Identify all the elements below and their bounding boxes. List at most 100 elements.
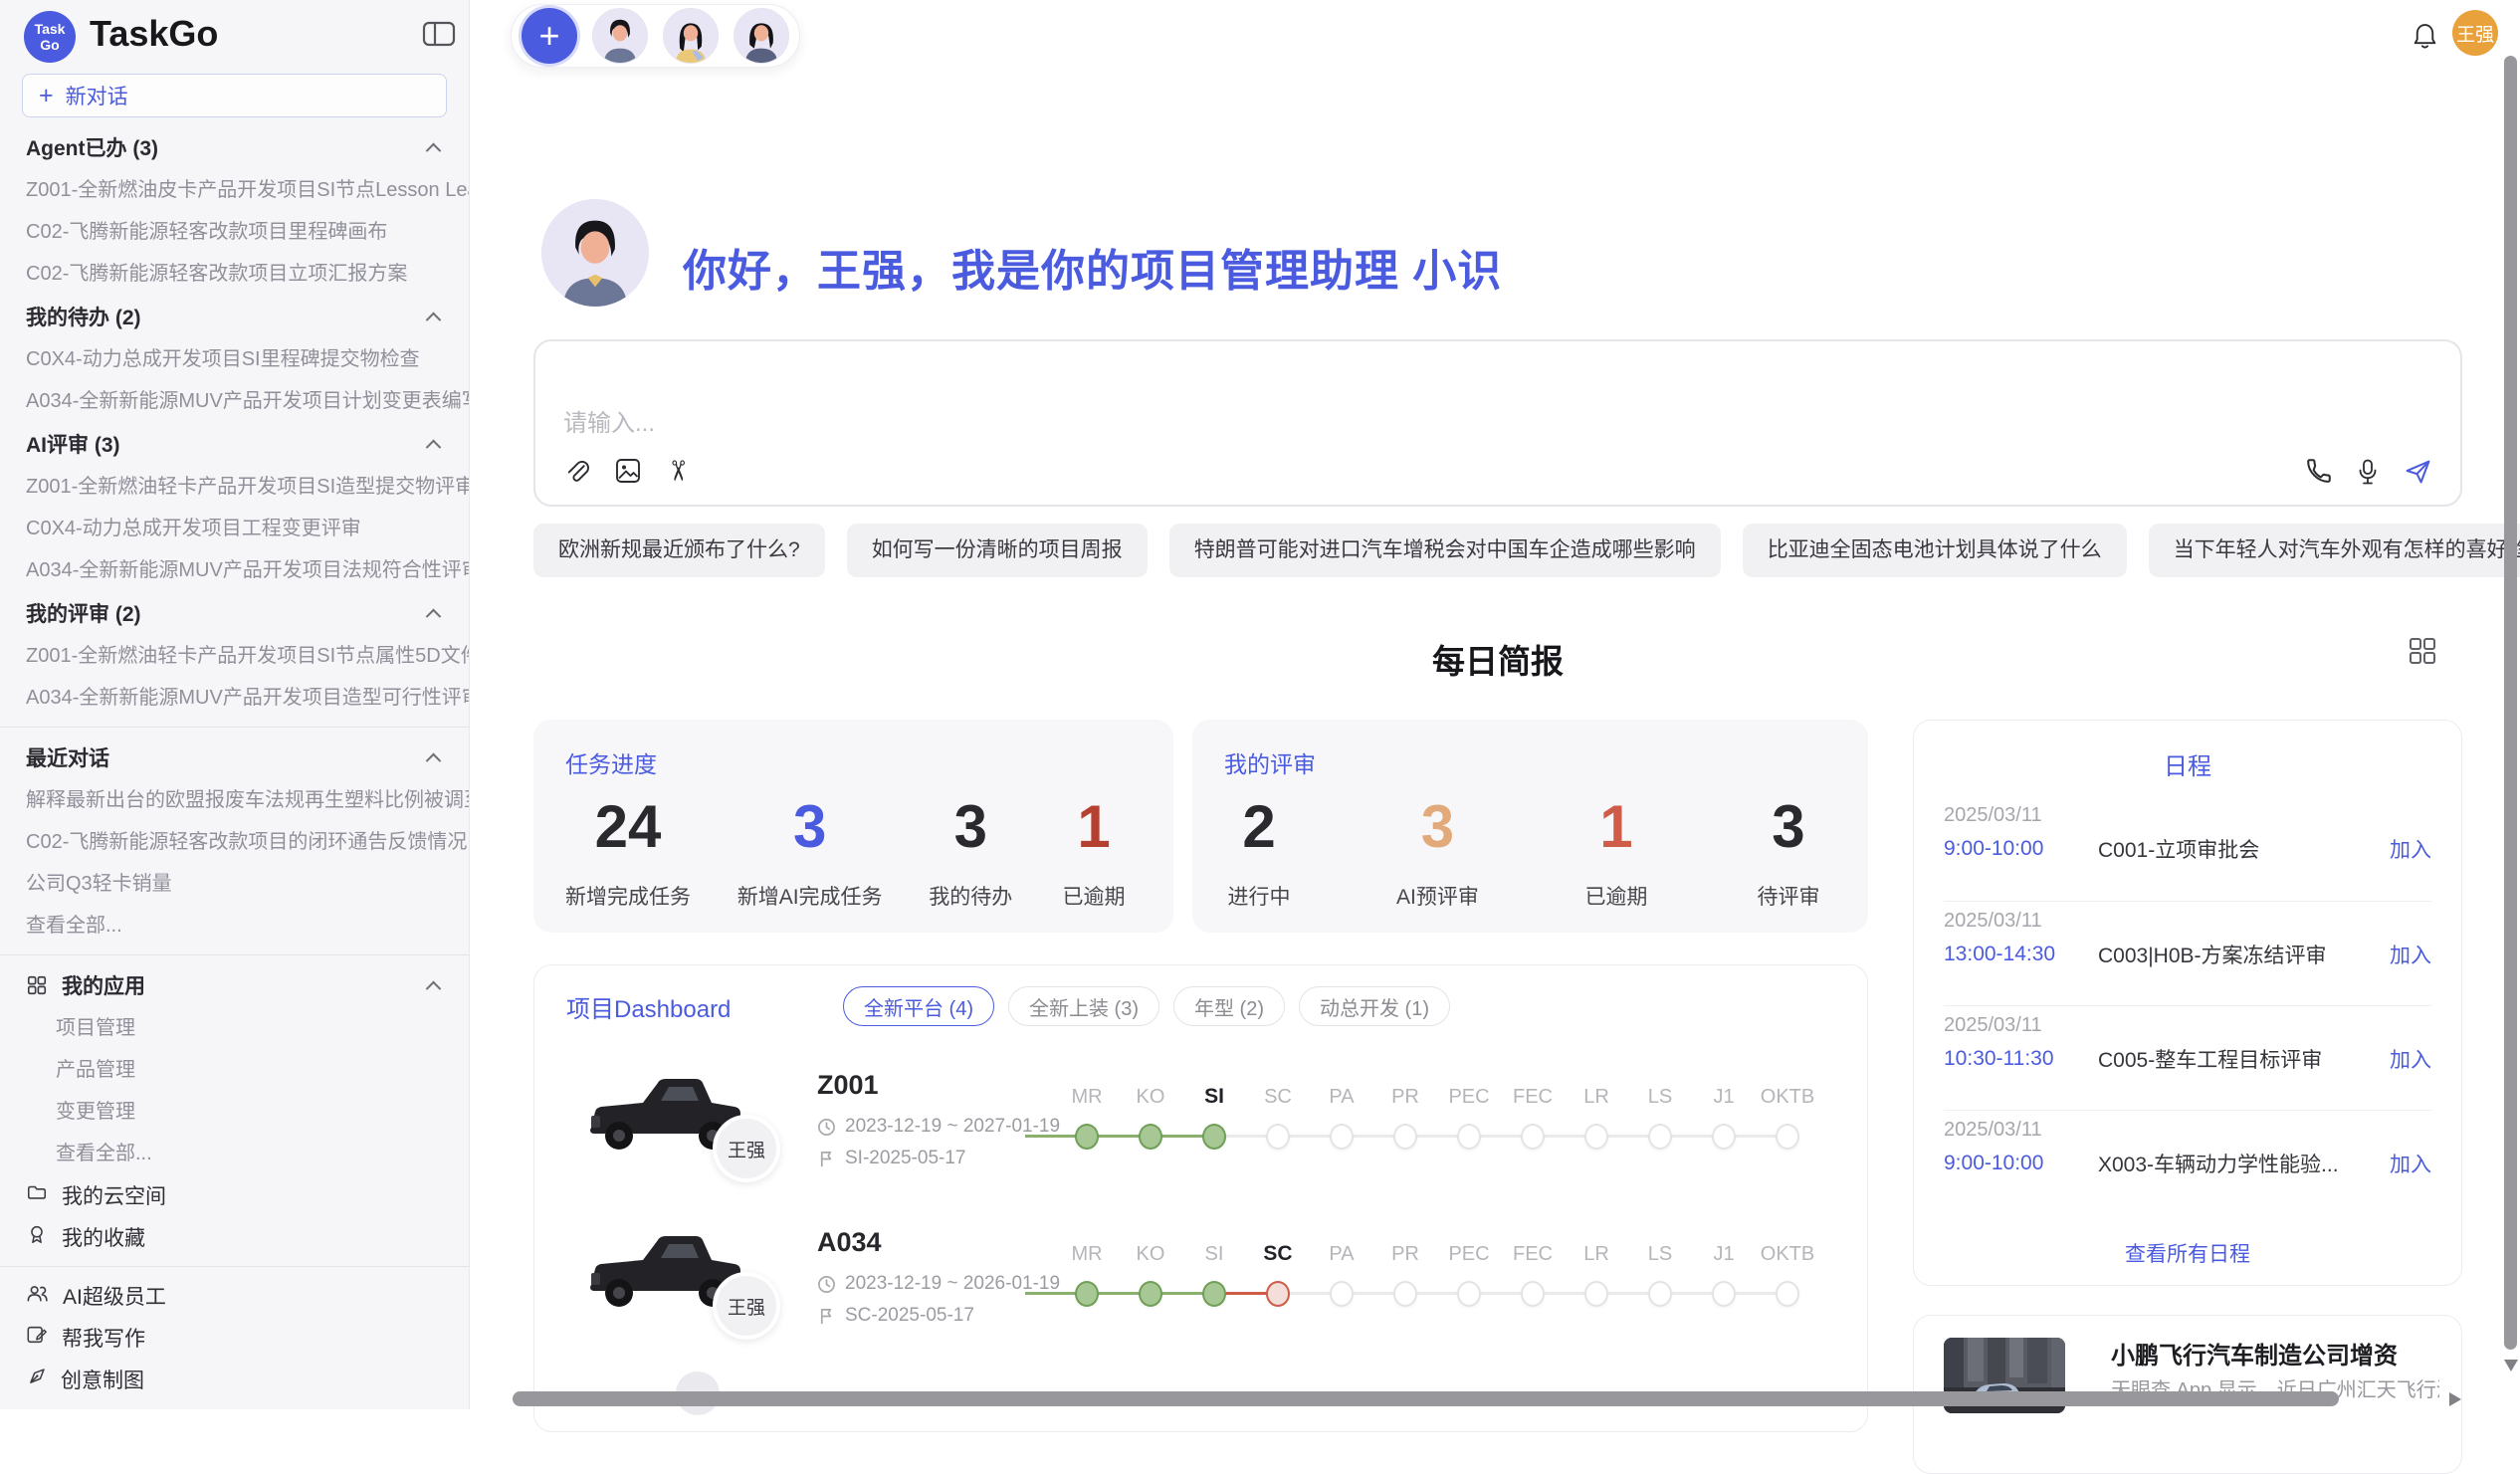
milestone-MR[interactable]: MR — [1055, 1084, 1119, 1150]
project-row-z001[interactable]: 王强 Z001 2023-12-19 ~ 2027-01-19 SI-2025-… — [534, 1044, 1867, 1201]
sidebar-section-my-review[interactable]: 我的评审 (2) — [0, 591, 469, 635]
milestone-J1[interactable]: J1 — [1692, 1084, 1756, 1150]
milestone-LR[interactable]: LR — [1565, 1084, 1628, 1150]
scroll-right-arrow-icon[interactable] — [2449, 1392, 2461, 1406]
layout-grid-icon[interactable] — [2409, 637, 2436, 668]
stat-value: 1 — [1059, 795, 1129, 859]
sidebar-recent-chat-item[interactable]: C02-飞腾新能源轻客改款项目的闭环通告反馈情况 — [0, 821, 469, 863]
dashboard-filter-tab[interactable]: 动总开发 (1) — [1299, 986, 1450, 1026]
milestone-J1[interactable]: J1 — [1692, 1241, 1756, 1307]
join-button[interactable]: 加入 — [2390, 940, 2431, 969]
add-agent-button[interactable]: + — [522, 8, 577, 64]
sidebar-task-item[interactable]: Z001-全新燃油轻卡产品开发项目SI造型提交物评审 — [0, 466, 469, 508]
agent-avatar-1[interactable] — [592, 8, 648, 64]
dashboard-filter-tab[interactable]: 全新平台 (4) — [843, 986, 994, 1026]
sidebar-section-my-todo[interactable]: 我的待办 (2) — [0, 295, 469, 338]
suggestion-chip[interactable]: 当下年轻人对汽车外观有怎样的喜好趋势 — [2149, 524, 2520, 577]
sidebar-task-item[interactable]: C0X4-动力总成开发项目SI里程碑提交物检查 — [0, 338, 469, 380]
chat-composer[interactable]: 请输入... ✂ — [533, 339, 2462, 507]
sidebar-task-item[interactable]: Z001-全新燃油轻卡产品开发项目SI节点属性5D文件评审 — [0, 635, 469, 677]
suggestion-chip[interactable]: 特朗普可能对进口汽车增税会对中国车企造成哪些影响 — [1169, 524, 1721, 577]
milestone-SI[interactable]: SI — [1182, 1084, 1246, 1150]
sidebar-section-recent-chats[interactable]: 最近对话 — [0, 736, 469, 779]
sidebar-section-agent-done[interactable]: Agent已办 (3) — [0, 125, 469, 169]
sidebar-task-item[interactable]: C0X4-动力总成开发项目工程变更评审 — [0, 508, 469, 549]
milestone-KO[interactable]: KO — [1119, 1241, 1182, 1307]
milestone-dot — [1648, 1281, 1672, 1307]
milestone-SC[interactable]: SC — [1246, 1084, 1310, 1150]
milestone-LR[interactable]: LR — [1565, 1241, 1628, 1307]
milestone-FEC[interactable]: FEC — [1501, 1241, 1565, 1307]
sidebar-item-help-me-write[interactable]: 帮我写作 — [0, 1317, 469, 1359]
milestone-FEC[interactable]: FEC — [1501, 1084, 1565, 1150]
sidebar-section-ai-review[interactable]: AI评审 (3) — [0, 422, 469, 466]
sidebar-task-item[interactable]: Z001-全新燃油皮卡产品开发项目SI节点Lesson Learn报告 — [0, 169, 469, 211]
section-title: 我的评审 (2) — [26, 598, 428, 628]
milestone-SC[interactable]: SC — [1246, 1241, 1310, 1307]
insert-image-button[interactable] — [614, 457, 642, 485]
chevron-up-icon — [426, 608, 442, 624]
sidebar-item-favorites[interactable]: 我的收藏 — [0, 1216, 469, 1258]
new-chat-label: 新对话 — [66, 81, 128, 110]
card-title: 任务进度 — [565, 745, 1129, 779]
horizontal-scrollbar[interactable] — [513, 1391, 2339, 1406]
view-all-schedule-link[interactable]: 查看所有日程 — [1944, 1238, 2431, 1268]
milestone-PEC[interactable]: PEC — [1437, 1084, 1501, 1150]
sidebar-item-ai-super-staff[interactable]: AI超级员工 — [0, 1275, 469, 1317]
milestone-PEC[interactable]: PEC — [1437, 1241, 1501, 1307]
milestone-SI[interactable]: SI — [1182, 1241, 1246, 1307]
milestone-LS[interactable]: LS — [1628, 1084, 1692, 1150]
sidebar-app-item[interactable]: 变更管理 — [0, 1091, 469, 1133]
notifications-bell-icon[interactable] — [2412, 22, 2438, 54]
milestone-label: PR — [1391, 1241, 1419, 1267]
sidebar-task-item[interactable]: A034-全新新能源MUV产品开发项目计划变更表编写 — [0, 380, 469, 422]
milestone-PA[interactable]: PA — [1310, 1241, 1373, 1307]
sidebar-item-cloud-space[interactable]: 我的云空间 — [0, 1174, 469, 1216]
suggestion-chip[interactable]: 比亚迪全固态电池计划具体说了什么 — [1743, 524, 2127, 577]
milestone-PR[interactable]: PR — [1373, 1084, 1437, 1150]
sidebar-task-item[interactable]: C02-飞腾新能源轻客改款项目里程碑画布 — [0, 211, 469, 253]
sidebar-recent-chat-item[interactable]: 解释最新出台的欧盟报废车法规再生塑料比例被调至15%... — [0, 779, 469, 821]
sidebar-item-creative-drawing[interactable]: 创意制图 — [0, 1359, 469, 1400]
milestone-PR[interactable]: PR — [1373, 1241, 1437, 1307]
milestone-KO[interactable]: KO — [1119, 1084, 1182, 1150]
apps-view-all-link[interactable]: 查看全部... — [0, 1133, 469, 1174]
milestone-PA[interactable]: PA — [1310, 1084, 1373, 1150]
agent-avatar-2[interactable] — [663, 8, 719, 64]
sidebar-collapse-button[interactable] — [422, 20, 456, 51]
sidebar-section-my-apps[interactable]: 我的应用 — [0, 963, 469, 1007]
vertical-scrollbar[interactable] — [2504, 56, 2517, 1350]
attach-file-button[interactable] — [563, 458, 590, 485]
milestone-OKTB[interactable]: OKTB — [1756, 1241, 1819, 1307]
dashboard-filter-tab[interactable]: 年型 (2) — [1173, 986, 1285, 1026]
sidebar-task-item[interactable]: A034-全新新能源MUV产品开发项目造型可行性评审 — [0, 677, 469, 719]
suggestion-chip[interactable]: 如何写一份清晰的项目周报 — [847, 524, 1148, 577]
join-button[interactable]: 加入 — [2390, 1044, 2431, 1074]
suggestion-chip[interactable]: 欧洲新规最近颁布了什么? — [533, 524, 825, 577]
scroll-down-arrow-icon[interactable] — [2504, 1360, 2518, 1371]
agent-avatar-3[interactable] — [734, 8, 789, 64]
stat-value: 2 — [1224, 795, 1294, 859]
screenshot-button[interactable]: ✂ — [666, 457, 689, 485]
new-chat-button[interactable]: + 新对话 — [22, 74, 447, 117]
milestone-MR[interactable]: MR — [1055, 1241, 1119, 1307]
user-avatar[interactable]: 王强 — [2452, 10, 2498, 56]
voice-call-button[interactable] — [2305, 458, 2332, 485]
microphone-button[interactable] — [2356, 458, 2380, 486]
join-button[interactable]: 加入 — [2390, 834, 2431, 864]
milestone-dot — [1139, 1281, 1162, 1307]
milestone-LS[interactable]: LS — [1628, 1241, 1692, 1307]
sidebar-app-item[interactable]: 产品管理 — [0, 1049, 469, 1091]
send-button[interactable] — [2404, 457, 2432, 486]
chevron-up-icon — [426, 312, 442, 327]
sidebar-task-item[interactable]: C02-飞腾新能源轻客改款项目立项汇报方案 — [0, 253, 469, 295]
sidebar-app-item[interactable]: 项目管理 — [0, 1007, 469, 1049]
sidebar-recent-chat-item[interactable]: 公司Q3轻卡销量 — [0, 863, 469, 905]
dashboard-filter-tab[interactable]: 全新上装 (3) — [1008, 986, 1159, 1026]
join-button[interactable]: 加入 — [2390, 1149, 2431, 1178]
sidebar-task-item[interactable]: A034-全新新能源MUV产品开发项目法规符合性评审 — [0, 549, 469, 591]
project-row-a034[interactable]: 王强 A034 2023-12-19 ~ 2026-01-19 SC-2025-… — [534, 1201, 1867, 1359]
recent-view-all-link[interactable]: 查看全部... — [0, 905, 469, 947]
agent-avatar-bar: + — [511, 4, 800, 68]
milestone-OKTB[interactable]: OKTB — [1756, 1084, 1819, 1150]
